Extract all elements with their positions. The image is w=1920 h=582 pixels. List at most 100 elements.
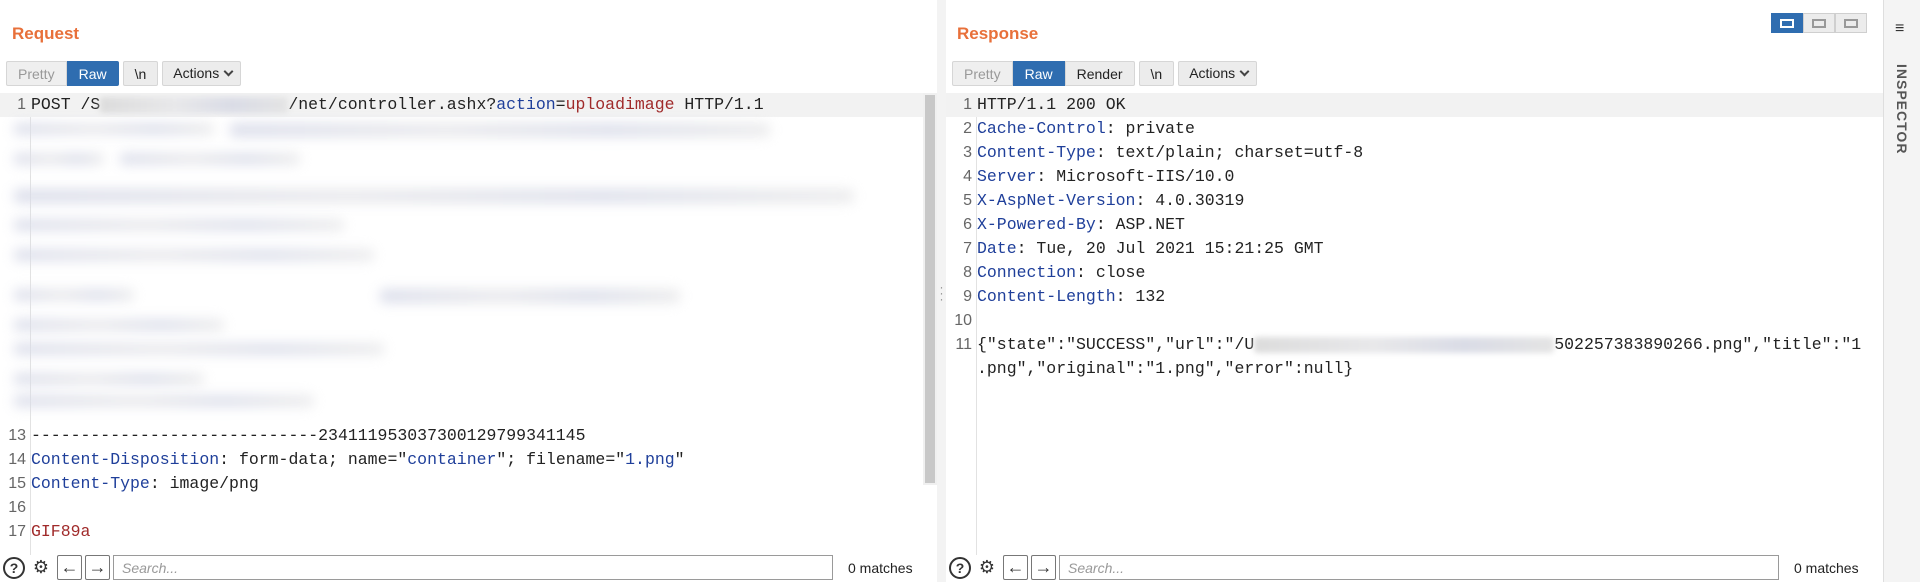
arrow-right-icon[interactable]: → bbox=[85, 555, 110, 580]
request-actions-button[interactable]: Actions bbox=[162, 61, 242, 86]
layout-tabs-icon[interactable] bbox=[1835, 13, 1867, 33]
help-icon[interactable]: ? bbox=[3, 556, 25, 579]
query-equals: = bbox=[555, 95, 566, 114]
request-path: /net/controller.ashx? bbox=[288, 95, 497, 114]
line-number: 8 bbox=[963, 264, 972, 281]
menu-icon[interactable]: ≡ bbox=[1895, 20, 1904, 38]
line-number: 11 bbox=[955, 336, 972, 353]
redacted-header bbox=[14, 219, 344, 231]
header-value: : image/png bbox=[149, 474, 259, 493]
header-key: Cache-Control bbox=[977, 119, 1106, 138]
multipart-boundary: -----------------------------23411195303… bbox=[31, 426, 586, 445]
response-tab-render[interactable]: Render bbox=[1064, 61, 1135, 86]
request-search-input[interactable] bbox=[113, 555, 833, 580]
header-value: : ASP.NET bbox=[1095, 215, 1185, 234]
arrow-left-icon[interactable]: ← bbox=[1003, 555, 1028, 580]
line-number: 9 bbox=[963, 288, 972, 305]
redacted-header bbox=[14, 343, 384, 355]
line-number: 2 bbox=[963, 120, 972, 137]
filename-value: 1.png bbox=[625, 450, 675, 469]
line-number: 10 bbox=[954, 312, 972, 329]
header-value: : close bbox=[1076, 263, 1146, 282]
response-line: 10 bbox=[946, 309, 1883, 333]
request-method: POST /S bbox=[31, 95, 101, 114]
request-line: 14 Content-Disposition: form-data; name="… bbox=[0, 448, 923, 472]
redacted-header bbox=[14, 319, 224, 331]
response-line: 2 Cache-Control: private bbox=[946, 117, 1883, 141]
scrollbar-thumb[interactable] bbox=[925, 95, 935, 483]
response-line: 5 X-AspNet-Version: 4.0.30319 bbox=[946, 189, 1883, 213]
field-name-value: container bbox=[407, 450, 497, 469]
redacted-header bbox=[14, 153, 104, 165]
line-number: 5 bbox=[963, 192, 972, 209]
response-line: 6 X-Powered-By: ASP.NET bbox=[946, 213, 1883, 237]
redacted-header bbox=[14, 395, 314, 407]
chevron-down-icon bbox=[1239, 66, 1250, 77]
request-scrollbar[interactable] bbox=[923, 93, 937, 485]
line-number: 16 bbox=[8, 499, 26, 516]
request-tab-raw[interactable]: Raw bbox=[66, 61, 119, 86]
line-number: 4 bbox=[963, 168, 972, 185]
request-editor[interactable]: 1 POST /S/net/controller.ashx?action=uplo… bbox=[0, 93, 923, 555]
header-key: Content-Disposition bbox=[31, 450, 220, 469]
response-editor[interactable]: 1 HTTP/1.1 200 OK 2 Cache-Control: private… bbox=[946, 93, 1883, 555]
response-match-count: 0 matches bbox=[1794, 559, 1859, 576]
line-number: 6 bbox=[963, 216, 972, 233]
redacted-path bbox=[100, 96, 289, 113]
header-key: X-AspNet-Version bbox=[977, 191, 1136, 210]
response-newline-toggle[interactable]: \n bbox=[1138, 61, 1175, 86]
response-tab-raw[interactable]: Raw bbox=[1012, 61, 1065, 86]
response-search-input[interactable] bbox=[1059, 555, 1779, 580]
response-line: 1 HTTP/1.1 200 OK bbox=[946, 93, 1883, 117]
response-line: 3 Content-Type: text/plain; charset=utf-8 bbox=[946, 141, 1883, 165]
splitter-handle[interactable]: · · · bbox=[939, 281, 944, 305]
arrow-left-icon[interactable]: ← bbox=[57, 555, 82, 580]
line-number: 3 bbox=[963, 144, 972, 161]
inspector-panel[interactable]: ≡ INSPECTOR bbox=[1883, 0, 1920, 582]
response-line: 4 Server: Microsoft-IIS/10.0 bbox=[946, 165, 1883, 189]
request-view-tabs: Pretty Raw bbox=[6, 61, 119, 87]
response-body: 502257383890266.png","title":"1 bbox=[1554, 335, 1862, 354]
response-view-tabs: Pretty Raw Render bbox=[952, 61, 1135, 87]
layout-side-by-side-icon[interactable] bbox=[1771, 13, 1803, 33]
response-title: Response bbox=[957, 24, 1039, 43]
request-line: 17 GIF89a bbox=[0, 520, 923, 544]
pane-splitter[interactable]: · · · bbox=[937, 0, 946, 582]
chevron-down-icon bbox=[223, 66, 234, 77]
response-line: 8 Connection: close bbox=[946, 261, 1883, 285]
request-match-count: 0 matches bbox=[848, 559, 913, 576]
redacted-header bbox=[120, 153, 300, 165]
request-tab-pretty[interactable]: Pretty bbox=[6, 61, 67, 86]
body-content: GIF89a bbox=[31, 522, 91, 541]
response-actions-button[interactable]: Actions bbox=[1178, 61, 1258, 86]
layout-stacked-icon[interactable] bbox=[1803, 13, 1835, 33]
redacted-header bbox=[14, 373, 204, 385]
header-key: Content-Length bbox=[977, 287, 1116, 306]
arrow-right-icon[interactable]: → bbox=[1031, 555, 1056, 580]
header-key: Server bbox=[977, 167, 1037, 186]
request-line: 1 POST /S/net/controller.ashx?action=uplo… bbox=[0, 93, 923, 117]
redacted-header bbox=[14, 189, 854, 203]
request-toolbar: Pretty Raw \n Actions bbox=[6, 61, 242, 87]
help-icon[interactable]: ? bbox=[949, 556, 971, 579]
request-title: Request bbox=[12, 24, 80, 43]
settings-gear-icon[interactable]: ⚙ bbox=[28, 555, 54, 581]
request-newline-toggle[interactable]: \n bbox=[122, 61, 159, 86]
response-line: 11 {"state":"SUCCESS","url":"/U 5022573838… bbox=[946, 333, 1883, 357]
settings-gear-icon[interactable]: ⚙ bbox=[974, 555, 1000, 581]
redacted-header bbox=[14, 249, 374, 261]
request-line: 16 bbox=[0, 496, 923, 520]
response-line: 7 Date: Tue, 20 Jul 2021 15:21:25 GMT bbox=[946, 237, 1883, 261]
request-line: 13 -----------------------------234111953… bbox=[0, 424, 923, 448]
line-number: 7 bbox=[963, 240, 972, 257]
response-body: .png","original":"1.png","error":null} bbox=[977, 359, 1354, 378]
response-tab-pretty[interactable]: Pretty bbox=[952, 61, 1013, 86]
response-pane: Response Pretty Raw Render \n Actions 1H… bbox=[946, 0, 1883, 582]
line-number: 1 bbox=[17, 96, 26, 113]
line-number: 14 bbox=[8, 451, 26, 468]
response-actions-label: Actions bbox=[1189, 65, 1236, 81]
inspector-label[interactable]: INSPECTOR bbox=[1894, 64, 1910, 154]
status-line: HTTP/1.1 200 OK bbox=[977, 95, 1126, 114]
header-value: : 132 bbox=[1115, 287, 1166, 306]
redacted-header bbox=[380, 289, 680, 303]
